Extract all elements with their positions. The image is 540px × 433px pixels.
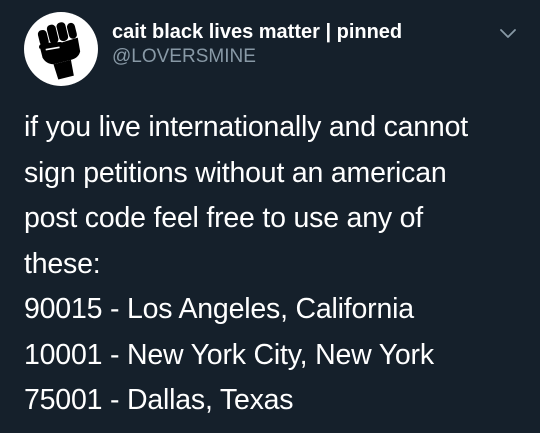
avatar[interactable] [24, 12, 98, 86]
tweet-card[interactable]: cait black lives matter | pinned @LOVERS… [0, 0, 540, 433]
display-name[interactable]: cait black lives matter | pinned [112, 20, 402, 44]
raised-fist-icon [37, 22, 81, 80]
tweet-text: if you live internationally and cannot s… [24, 105, 516, 424]
tweet-text-line: post code feel free to use any of [24, 202, 423, 234]
tweet-text-line: these: [24, 247, 101, 280]
tweet-text-line: 90015 - Los Angeles, California [24, 293, 414, 325]
chevron-down-icon[interactable] [498, 27, 518, 41]
tweet-text-line: 75001 - Dallas, Texas [24, 384, 294, 416]
tweet-text-line: sign petitions without an american [24, 156, 447, 189]
user-handle[interactable]: @LOVERSMINE [112, 45, 402, 69]
tweet-header: cait black lives matter | pinned @LOVERS… [24, 11, 516, 87]
author-identity: cait black lives matter | pinned @LOVERS… [112, 20, 402, 79]
tweet-text-line: if you live internationally and cannot [24, 111, 468, 143]
tweet-text-line: 10001 - New York City, New York [24, 338, 434, 371]
